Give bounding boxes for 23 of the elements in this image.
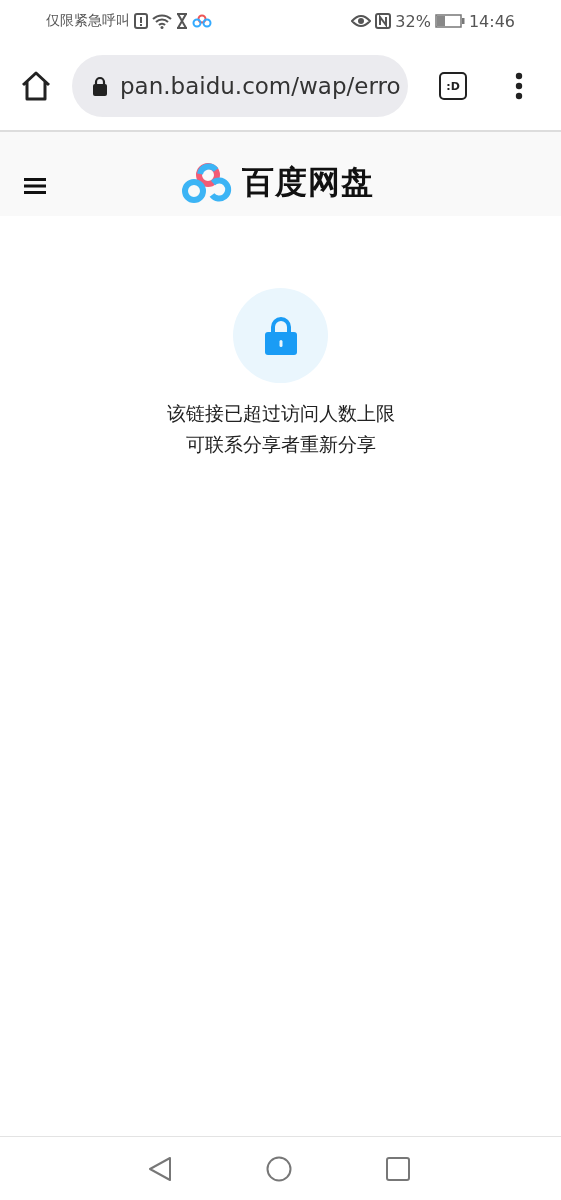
cloud-logo-icon — [182, 162, 234, 204]
wifi-icon — [152, 13, 172, 29]
battery-percent: 32% — [395, 11, 431, 31]
home-icon[interactable] — [20, 71, 52, 101]
menu-icon[interactable] — [24, 178, 46, 194]
hourglass-icon — [176, 13, 188, 29]
menu-icon[interactable] — [515, 72, 523, 100]
battery-icon — [434, 14, 465, 28]
eye-icon — [351, 14, 372, 28]
message-text: 该链接已超过访问人数上限 — [166, 401, 395, 426]
lock-icon — [264, 316, 297, 355]
nfc-icon — [375, 13, 392, 29]
clock-time: 14:46 — [468, 11, 515, 31]
cloud-logo-icon — [192, 14, 212, 28]
recent-apps-icon[interactable] — [386, 1156, 410, 1181]
message-text: 可联系分享者重新分享 — [185, 432, 376, 457]
alert-icon — [134, 13, 148, 29]
logo-text: 百度网盘 — [242, 162, 374, 203]
tab-switcher-button[interactable]: :D — [439, 72, 467, 100]
back-icon[interactable] — [148, 1155, 172, 1182]
lock-icon — [92, 76, 108, 96]
address-bar[interactable]: pan.baidu.com/wap/erro — [72, 55, 408, 117]
carrier-text: 仅限紧急呼叫 — [46, 12, 130, 30]
